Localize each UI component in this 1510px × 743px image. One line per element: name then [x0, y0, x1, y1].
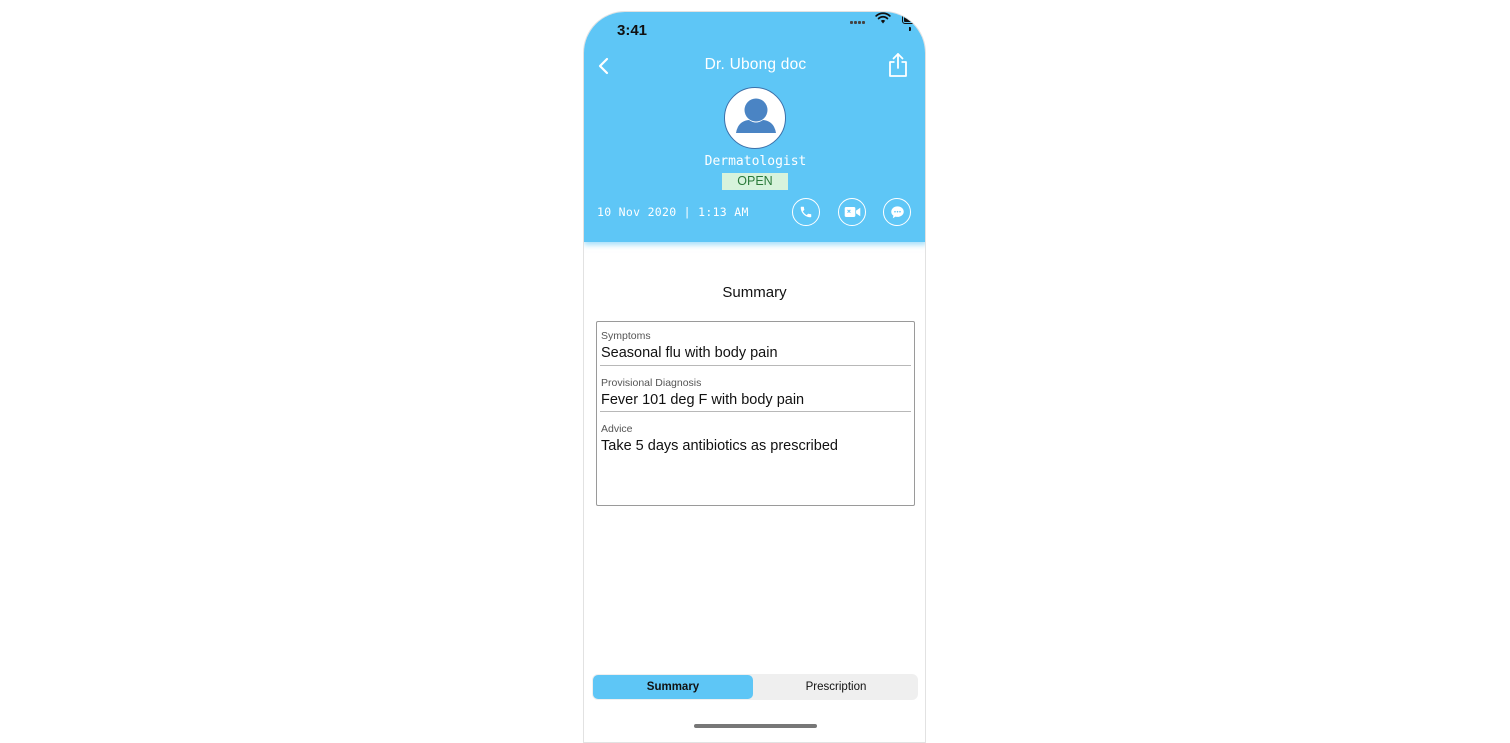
person-avatar-icon	[736, 98, 776, 133]
field-value: Fever 101 deg F with body pain	[601, 392, 805, 408]
video-call-button[interactable]	[838, 198, 866, 226]
home-indicator[interactable]	[694, 724, 817, 728]
call-button[interactable]	[792, 198, 820, 226]
tab-switcher: Summary Prescription	[592, 674, 918, 700]
battery-tip	[909, 27, 911, 31]
share-icon	[889, 53, 907, 77]
tab-prescription[interactable]: Prescription	[756, 675, 916, 699]
video-camera-icon	[844, 207, 860, 217]
provisional-diagnosis-field[interactable]: Provisional Diagnosis Fever 101 deg F wi…	[600, 377, 911, 412]
chat-bubble-icon	[890, 206, 904, 219]
summary-card: Symptoms Seasonal flu with body pain Pro…	[596, 321, 915, 506]
field-value: Seasonal flu with body pain	[601, 345, 778, 361]
doctor-name-title: Dr. Ubong doc	[704, 56, 807, 73]
phone-screen: 3:41 Dr. Ubong doc Dermatologist OPEN 10…	[583, 11, 926, 743]
section-title: Summary	[722, 284, 787, 301]
avatar	[724, 87, 786, 149]
cellular-signal-icon	[849, 20, 865, 24]
doctor-header: 3:41 Dr. Ubong doc Dermatologist OPEN 10…	[584, 12, 925, 242]
symptoms-field[interactable]: Symptoms Seasonal flu with body pain	[600, 330, 911, 366]
field-label: Symptoms	[601, 330, 651, 342]
field-label: Advice	[601, 423, 633, 435]
field-value: Take 5 days antibiotics as prescribed	[601, 438, 838, 454]
field-label: Provisional Diagnosis	[601, 377, 702, 389]
wifi-icon	[875, 12, 891, 24]
tab-summary[interactable]: Summary	[593, 675, 753, 699]
status-badge: OPEN	[722, 173, 788, 190]
consultation-datetime: 10 Nov 2020 | 1:13 AM	[597, 205, 749, 219]
doctor-specialty: Dermatologist	[704, 154, 807, 169]
chat-button[interactable]	[883, 198, 911, 226]
phone-icon	[800, 206, 812, 218]
share-button[interactable]	[887, 52, 909, 78]
advice-field[interactable]: Advice Take 5 days antibiotics as prescr…	[600, 423, 911, 463]
status-bar-time: 3:41	[617, 22, 648, 39]
battery-icon	[902, 13, 924, 24]
